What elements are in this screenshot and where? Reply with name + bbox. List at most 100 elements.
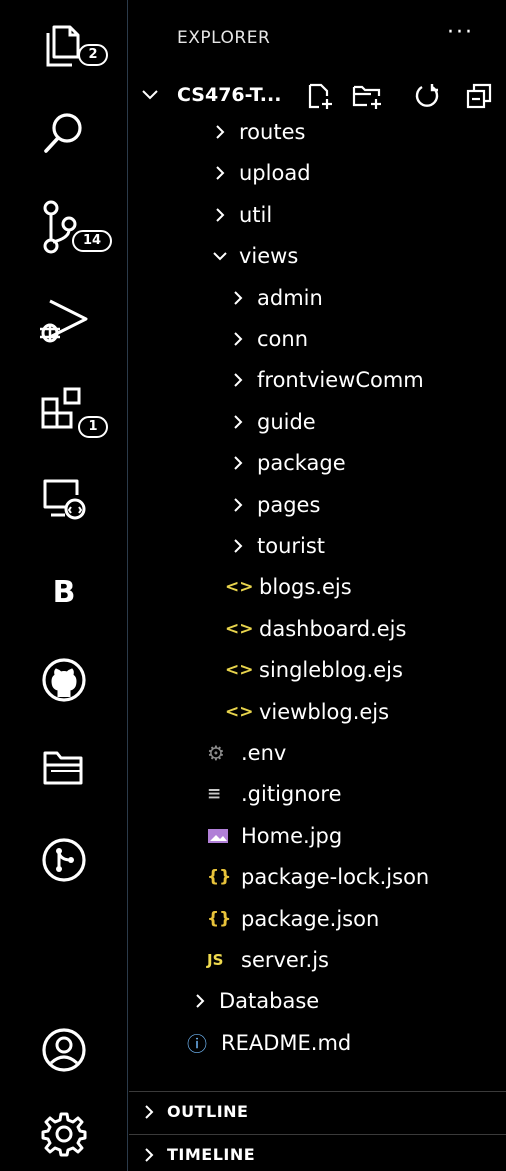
chevron-right-icon: [225, 372, 251, 388]
chevron-right-icon: [225, 414, 251, 430]
gear-icon: [41, 1112, 87, 1157]
tree-file-row[interactable]: ≡ .gitignore: [207, 774, 342, 814]
new-folder-icon[interactable]: [351, 82, 385, 110]
tree-item-label: .gitignore: [241, 782, 342, 807]
tree-item-label: views: [239, 244, 299, 269]
tree-folder-row[interactable]: Database: [187, 981, 319, 1021]
tree-folder-row[interactable]: tourist: [225, 526, 325, 566]
tree-file-row[interactable]: <> viewblog.ejs: [225, 692, 389, 732]
source-control-badge: 14: [72, 230, 112, 252]
tree-item-label: Database: [219, 989, 320, 1014]
tree-file-row[interactable]: {} package-lock.json: [207, 857, 429, 897]
activity-search[interactable]: [0, 98, 128, 170]
tree-item-label: package-lock.json: [241, 865, 430, 890]
tree-item-label: guide: [257, 409, 316, 434]
chevron-right-icon: [225, 497, 251, 513]
ejs-file-icon: <>: [225, 577, 254, 598]
json-file-icon: {}: [207, 908, 232, 929]
env-file-icon: ⚙: [207, 741, 225, 765]
tree-folder-row[interactable]: util: [207, 195, 272, 235]
tree-file-row[interactable]: <> dashboard.ejs: [225, 609, 406, 649]
tree-file-row[interactable]: <> singleblog.ejs: [225, 650, 403, 690]
outline-label: OUTLINE: [167, 1102, 249, 1121]
tree-item-label: frontviewComm: [257, 368, 424, 393]
activity-bar: 2 14 1 B: [0, 0, 128, 1171]
tree-file-row[interactable]: Home.jpg: [207, 816, 342, 856]
workspace-root[interactable]: CS476-T...: [129, 78, 506, 114]
chevron-right-icon: [225, 538, 251, 554]
gitignore-file-icon: ≡: [207, 784, 222, 805]
explorer-title: EXPLORER: [177, 28, 271, 48]
chevron-down-icon: [142, 90, 158, 100]
tree-item-label: routes: [239, 120, 306, 144]
activity-accounts[interactable]: [0, 1014, 128, 1086]
account-icon: [42, 1028, 86, 1072]
tree-folder-row[interactable]: pages: [225, 485, 320, 525]
tree-item-label: tourist: [257, 534, 326, 558]
activity-extensions[interactable]: 1: [0, 374, 128, 446]
extensions-badge: 1: [78, 416, 108, 438]
timeline-section[interactable]: TIMELINE: [129, 1134, 506, 1171]
tree-item-label: dashboard.ejs: [259, 616, 407, 641]
js-file-icon: JS: [207, 951, 224, 969]
tree-folder-row[interactable]: conn: [225, 319, 308, 359]
tree-item-label: server.js: [241, 948, 329, 972]
new-file-icon[interactable]: [305, 82, 337, 110]
tree-item-label: .env: [241, 741, 287, 765]
chevron-right-icon: [225, 331, 251, 347]
ejs-file-icon: <>: [225, 701, 254, 722]
tree-folder-row[interactable]: admin: [225, 278, 323, 318]
chevron-right-icon: [207, 165, 233, 181]
tree-item-label: util: [239, 202, 273, 227]
ejs-file-icon: <>: [225, 618, 254, 639]
activity-github[interactable]: [0, 644, 128, 716]
more-actions-button[interactable]: ···: [447, 20, 474, 45]
info-file-icon: ⓘ: [187, 1032, 207, 1057]
workspace-root-label: CS476-T...: [177, 84, 282, 106]
activity-source-control[interactable]: 14: [0, 190, 128, 262]
tree-folder-row[interactable]: views: [207, 236, 298, 276]
outline-section[interactable]: OUTLINE: [129, 1091, 506, 1131]
refresh-icon[interactable]: [413, 82, 441, 110]
tree-file-row[interactable]: {} package.json: [207, 899, 379, 939]
tree-item-label: package: [257, 451, 346, 476]
tree-file-row[interactable]: ⓘ README.md: [187, 1023, 351, 1063]
explorer-sidebar: EXPLORER ··· CS476-T... routes upload ut…: [129, 0, 506, 1171]
chevron-right-icon: [225, 455, 251, 471]
explorer-badge: 2: [78, 44, 108, 66]
chevron-right-icon: [145, 1104, 154, 1119]
activity-gitlens[interactable]: [0, 824, 128, 896]
tree-folder-row[interactable]: frontviewComm: [225, 360, 424, 400]
collapse-all-icon[interactable]: [465, 82, 493, 110]
chevron-right-icon: [145, 1147, 154, 1162]
activity-bootstrap[interactable]: B: [0, 556, 128, 628]
activity-manage[interactable]: [0, 1098, 128, 1170]
tree-item-label: package.json: [241, 906, 380, 931]
chevron-right-icon: [187, 993, 213, 1009]
chevron-right-icon: [225, 290, 251, 306]
tree-folder-row[interactable]: guide: [225, 402, 316, 442]
tree-item-label: conn: [257, 327, 309, 351]
tree-folder-row[interactable]: upload: [207, 153, 311, 193]
activity-remote-explorer[interactable]: [0, 462, 128, 534]
tree-item-label: Home.jpg: [241, 823, 343, 848]
tree-item-label: pages: [257, 492, 321, 517]
tree-folder-row[interactable]: routes: [207, 112, 305, 152]
activity-run-debug[interactable]: [0, 284, 128, 356]
timeline-label: TIMELINE: [167, 1145, 256, 1164]
tree-folder-row[interactable]: package: [225, 443, 346, 483]
chevron-right-icon: [207, 124, 233, 140]
activity-folders[interactable]: [0, 732, 128, 804]
bootstrap-icon: B: [52, 574, 76, 610]
folders-icon: [43, 751, 83, 785]
tree-file-row[interactable]: <> blogs.ejs: [225, 567, 352, 607]
activity-explorer[interactable]: 2: [0, 8, 128, 80]
ejs-file-icon: <>: [225, 660, 254, 681]
tree-file-row[interactable]: ⚙ .env: [207, 733, 286, 773]
tree-file-row[interactable]: JS server.js: [207, 940, 329, 980]
run-debug-icon: [40, 299, 88, 343]
remote-explorer-icon: [43, 479, 86, 520]
tree-item-label: README.md: [221, 1030, 352, 1055]
tree-item-label: upload: [239, 161, 311, 186]
tree-item-label: admin: [257, 285, 323, 310]
